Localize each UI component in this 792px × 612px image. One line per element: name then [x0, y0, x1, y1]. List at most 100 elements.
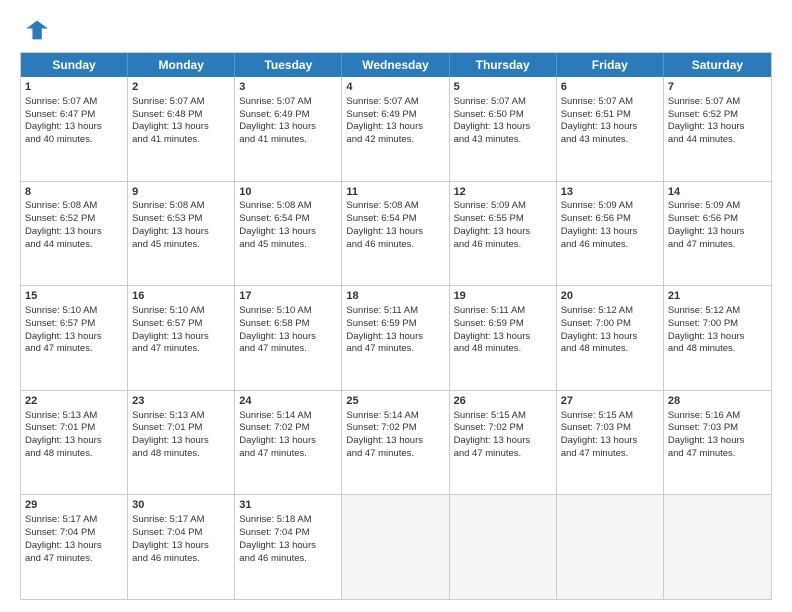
sunset: Sunset: 6:59 PM — [346, 318, 416, 329]
calendar-body: 1Sunrise: 5:07 AMSunset: 6:47 PMDaylight… — [21, 77, 771, 599]
day-cell: 16Sunrise: 5:10 AM Sunset: 6:57 PM Dayligh… — [128, 286, 235, 390]
day-number: 27 — [561, 394, 659, 409]
sunset: Sunset: 7:00 PM — [668, 318, 738, 329]
sunrise: Sunrise: 5:11 AM — [454, 305, 526, 316]
sunrise: Sunrise: 5:15 AM — [454, 410, 526, 421]
daylight: Daylight: 13 hours — [132, 540, 209, 551]
header-day: Monday — [128, 53, 235, 77]
calendar-row: 1Sunrise: 5:07 AMSunset: 6:47 PMDaylight… — [21, 77, 771, 182]
sunset: Sunset: 6:56 PM — [561, 213, 631, 224]
sunrise: Sunrise: 5:07 AM — [239, 96, 311, 107]
empty-cell — [342, 495, 449, 599]
day-number: 23 — [132, 394, 230, 409]
daylight-minutes: and 41 minutes. — [239, 134, 307, 145]
daylight: Daylight: 13 hours — [561, 331, 638, 342]
sunrise: Sunrise: 5:09 AM — [561, 200, 633, 211]
sunrise: Sunrise: 5:07 AM — [25, 96, 97, 107]
daylight-minutes: and 47 minutes. — [346, 448, 414, 459]
daylight-minutes: and 41 minutes. — [132, 134, 200, 145]
day-number: 30 — [132, 498, 230, 513]
sunrise: Sunrise: 5:08 AM — [346, 200, 418, 211]
empty-cell — [557, 495, 664, 599]
sunset: Sunset: 7:02 PM — [239, 422, 309, 433]
sunset: Sunset: 6:57 PM — [25, 318, 95, 329]
daylight-minutes: and 44 minutes. — [668, 134, 736, 145]
daylight: Daylight: 13 hours — [454, 226, 531, 237]
day-number: 18 — [346, 289, 444, 304]
header-day: Tuesday — [235, 53, 342, 77]
day-number: 8 — [25, 185, 123, 200]
daylight-minutes: and 48 minutes. — [561, 343, 629, 354]
daylight: Daylight: 13 hours — [561, 121, 638, 132]
day-number: 11 — [346, 185, 444, 200]
daylight: Daylight: 13 hours — [668, 226, 745, 237]
daylight-minutes: and 46 minutes. — [561, 239, 629, 250]
sunset: Sunset: 6:52 PM — [668, 109, 738, 120]
sunrise: Sunrise: 5:14 AM — [239, 410, 311, 421]
daylight: Daylight: 13 hours — [132, 435, 209, 446]
day-cell: 12Sunrise: 5:09 AMSunset: 6:55 PMDayligh… — [450, 182, 557, 286]
sunrise: Sunrise: 5:07 AM — [132, 96, 204, 107]
sunset: Sunset: 7:01 PM — [25, 422, 95, 433]
calendar: SundayMondayTuesdayWednesdayThursdayFrid… — [20, 52, 772, 600]
sunrise: Sunrise: 5:07 AM — [668, 96, 740, 107]
day-number: 9 — [132, 185, 230, 200]
daylight-minutes: and 43 minutes. — [454, 134, 522, 145]
sunrise: Sunrise: 5:10 AM — [239, 305, 311, 316]
daylight-minutes: and 47 minutes. — [239, 343, 307, 354]
sunrise: Sunrise: 5:09 AM — [454, 200, 526, 211]
daylight: Daylight: 13 hours — [239, 121, 316, 132]
sunset: Sunset: 6:49 PM — [346, 109, 416, 120]
daylight-minutes: and 46 minutes. — [132, 553, 200, 564]
day-number: 26 — [454, 394, 552, 409]
sunset: Sunset: 6:49 PM — [239, 109, 309, 120]
sunset: Sunset: 7:04 PM — [239, 527, 309, 538]
day-cell: 6Sunrise: 5:07 AM Sunset: 6:51 PMDaylight… — [557, 77, 664, 181]
day-cell: 2Sunrise: 5:07 AMSunset: 6:48 PMDaylight… — [128, 77, 235, 181]
daylight: Daylight: 13 hours — [239, 435, 316, 446]
daylight: Daylight: 13 hours — [239, 226, 316, 237]
sunrise: Sunrise: 5:07 AM — [561, 96, 633, 107]
sunrise: Sunrise: 5:13 AM — [132, 410, 204, 421]
day-cell: 8Sunrise: 5:08 AMSunset: 6:52 PMDaylight… — [21, 182, 128, 286]
day-number: 10 — [239, 185, 337, 200]
daylight: Daylight: 13 hours — [132, 331, 209, 342]
daylight-minutes: and 47 minutes. — [561, 448, 629, 459]
daylight: Daylight: 13 hours — [25, 331, 102, 342]
sunrise: Sunrise: 5:10 AM — [132, 305, 204, 316]
daylight-minutes: and 47 minutes. — [25, 553, 93, 564]
sunset: Sunset: 6:56 PM — [668, 213, 738, 224]
sunset: Sunset: 6:54 PM — [346, 213, 416, 224]
daylight: Daylight: 13 hours — [25, 226, 102, 237]
sunset: Sunset: 7:04 PM — [132, 527, 202, 538]
sunrise: Sunrise: 5:08 AM — [239, 200, 311, 211]
daylight-minutes: and 47 minutes. — [346, 343, 414, 354]
day-number: 6 — [561, 80, 659, 95]
sunset: Sunset: 6:54 PM — [239, 213, 309, 224]
daylight: Daylight: 13 hours — [239, 331, 316, 342]
day-cell: 9Sunrise: 5:08 AMSunset: 6:53 PMDaylight… — [128, 182, 235, 286]
daylight-minutes: and 47 minutes. — [668, 448, 736, 459]
day-number: 16 — [132, 289, 230, 304]
daylight: Daylight: 13 hours — [668, 435, 745, 446]
daylight: Daylight: 13 hours — [668, 121, 745, 132]
sunrise: Sunrise: 5:09 AM — [668, 200, 740, 211]
day-number: 20 — [561, 289, 659, 304]
day-cell: 28Sunrise: 5:16 AMSunset: 7:03 PMDayligh… — [664, 391, 771, 495]
daylight-minutes: and 48 minutes. — [454, 343, 522, 354]
daylight-minutes: and 46 minutes. — [454, 239, 522, 250]
sunrise: Sunrise: 5:08 AM — [132, 200, 204, 211]
sunset: Sunset: 6:58 PM — [239, 318, 309, 329]
calendar-header: SundayMondayTuesdayWednesdayThursdayFrid… — [21, 53, 771, 77]
sunset: Sunset: 6:57 PM — [132, 318, 202, 329]
sunset: Sunset: 6:51 PM — [561, 109, 631, 120]
day-number: 19 — [454, 289, 552, 304]
day-cell: 19Sunrise: 5:11 AMSunset: 6:59 PMDayligh… — [450, 286, 557, 390]
sunrise: Sunrise: 5:12 AM — [668, 305, 740, 316]
sunset: Sunset: 6:55 PM — [454, 213, 524, 224]
daylight-minutes: and 47 minutes. — [239, 448, 307, 459]
sunset: Sunset: 6:47 PM — [25, 109, 95, 120]
header-day: Saturday — [664, 53, 771, 77]
day-number: 13 — [561, 185, 659, 200]
day-cell: 26Sunrise: 5:15 AMSunset: 7:02 PMDayligh… — [450, 391, 557, 495]
